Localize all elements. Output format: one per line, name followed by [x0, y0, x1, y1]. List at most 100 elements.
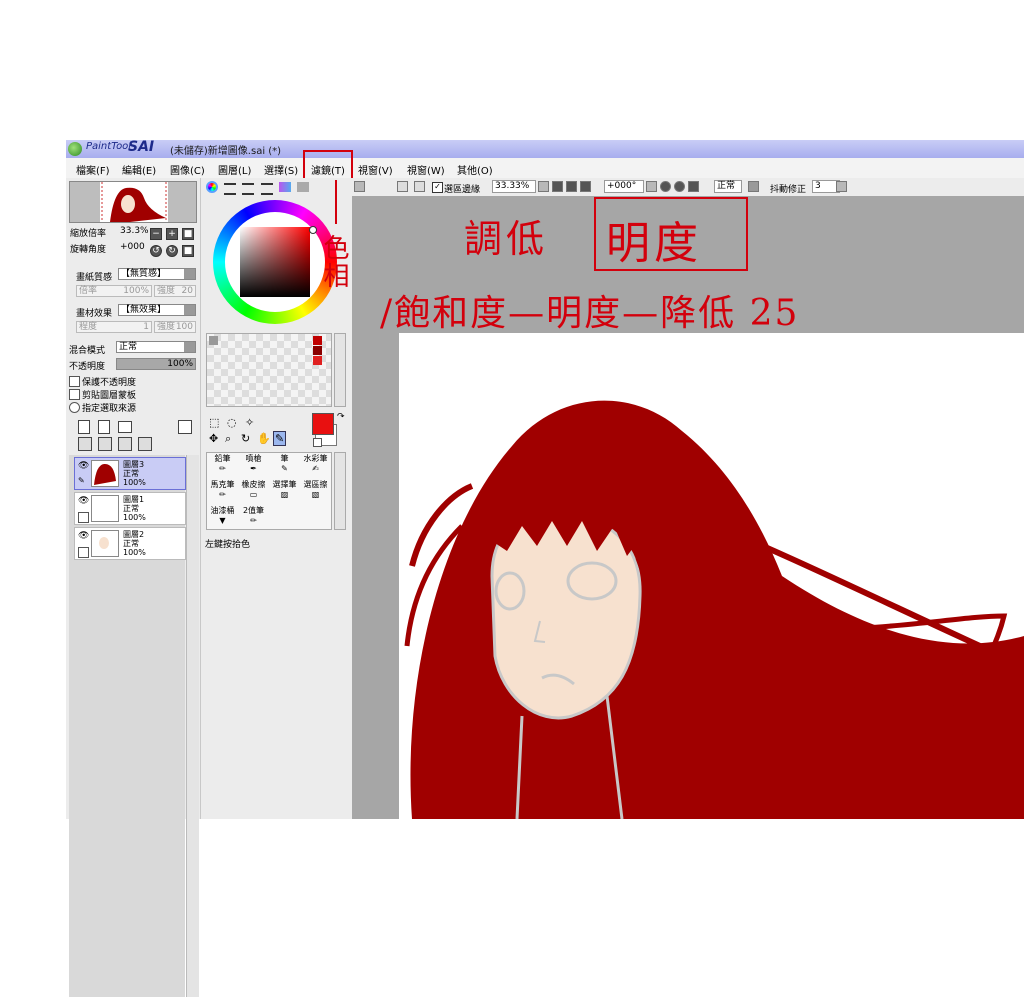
transfer-down-icon[interactable]	[78, 437, 92, 451]
paper-strength-value: 20	[181, 286, 193, 296]
opacity-slider[interactable]: 100%	[116, 358, 196, 370]
tool-watercolor[interactable]: 水彩筆 ✍	[300, 453, 331, 477]
hand-icon[interactable]: ✋	[257, 432, 271, 445]
menu-image[interactable]: 圖像(C)	[170, 162, 205, 177]
layer-lock-checkbox[interactable]	[78, 547, 89, 558]
lasso-icon[interactable]: ◌	[227, 416, 237, 429]
tool-pencil[interactable]: 鉛筆 ✏	[207, 453, 238, 477]
merge-down-icon[interactable]	[98, 437, 112, 451]
new-linework-layer-icon[interactable]	[98, 420, 110, 434]
eye-icon[interactable]: 👁	[78, 496, 89, 506]
rect-select-icon[interactable]: ⬚	[209, 416, 219, 429]
foreground-color-swatch[interactable]	[312, 413, 334, 435]
swatch[interactable]	[313, 336, 322, 345]
rotate-cw-button[interactable]: ↻	[166, 245, 178, 257]
rotation-field[interactable]: +000°	[604, 180, 644, 193]
zoom-icon[interactable]: ⌕	[225, 432, 231, 446]
menu-view[interactable]: 視窗(V)	[358, 162, 393, 177]
swatch-scrollbar[interactable]	[334, 333, 346, 407]
layer-lock-checkbox[interactable]	[78, 512, 89, 523]
watercolor-icon: ✍	[312, 464, 319, 473]
blend-mode-select[interactable]: 正常	[116, 341, 196, 353]
rotate-ccw-button[interactable]	[660, 181, 671, 192]
swatch-grid[interactable]	[206, 333, 332, 407]
tool-binary-pen[interactable]: 2值筆 ✏	[238, 505, 269, 529]
tool-airbrush[interactable]: 噴槍 ✒	[238, 453, 269, 477]
palette-tab-icon[interactable]	[279, 182, 291, 192]
tool-select-eraser[interactable]: 選區擦 ▧	[300, 479, 331, 503]
zoom-dropdown-button[interactable]	[538, 181, 549, 192]
layer-mask-icon[interactable]	[178, 420, 192, 434]
effect-strength-value: 100	[175, 322, 193, 332]
annotation-pointer-line	[335, 180, 337, 224]
blend-field[interactable]: 正常	[714, 180, 742, 193]
color-wheel-tab-icon[interactable]	[206, 181, 218, 193]
hsv-slider-tab-icon[interactable]	[242, 183, 254, 195]
zoom-in-button[interactable]	[566, 181, 577, 192]
deselect-button[interactable]	[397, 181, 408, 192]
zoom-out-button[interactable]: −	[150, 228, 162, 240]
clear-layer-icon[interactable]	[118, 437, 132, 451]
eye-icon[interactable]: 👁	[78, 461, 89, 471]
magic-wand-icon[interactable]: ✧	[245, 416, 254, 429]
flip-button[interactable]	[748, 181, 759, 192]
paper-texture-select[interactable]: 【無質感】	[118, 268, 196, 280]
rotate-ccw-button[interactable]: ↺	[150, 245, 162, 257]
invert-selection-button[interactable]	[414, 181, 425, 192]
menu-file[interactable]: 檔案(F)	[76, 162, 110, 177]
new-folder-icon[interactable]	[118, 421, 132, 433]
layer-item[interactable]: 👁 圖層1 正常 100%	[74, 492, 186, 525]
swatch[interactable]	[209, 336, 218, 345]
rotate-reset-button[interactable]	[688, 181, 699, 192]
swatch[interactable]	[313, 356, 322, 365]
left-panel: 縮放倍率 33.3% − + ■ 旋轉角度 +000 ↺ ↻ ■ 畫紙質感 【無…	[66, 178, 201, 997]
stabilizer-dropdown-button[interactable]	[836, 181, 847, 192]
zoom-field[interactable]: 33.33%	[492, 180, 536, 193]
swap-colors-icon[interactable]: ↷	[337, 412, 345, 422]
clip-layer-checkbox[interactable]	[69, 389, 80, 400]
protect-opacity-checkbox[interactable]	[69, 376, 80, 387]
tool-grid-scrollbar[interactable]	[334, 452, 346, 530]
move-icon[interactable]: ✥	[209, 432, 218, 445]
paper-scale-field: 倍率 100%	[76, 285, 152, 297]
tool-marker[interactable]: 馬克筆 ✏	[207, 479, 238, 503]
new-layer-icon[interactable]	[78, 420, 90, 434]
color-cursor[interactable]	[309, 226, 317, 234]
tool-select-pen[interactable]: 選擇筆 ▨	[269, 479, 300, 503]
saturation-value-square[interactable]	[240, 227, 310, 297]
paper-effect-select[interactable]: 【無效果】	[118, 304, 196, 316]
zoom-reset-button[interactable]	[580, 181, 591, 192]
menu-other[interactable]: 其他(O)	[457, 162, 493, 177]
selection-edge-checkbox[interactable]: ✓	[432, 182, 443, 193]
zoom-in-button[interactable]: +	[166, 228, 178, 240]
reset-colors-icon[interactable]	[313, 438, 322, 447]
zoom-out-button[interactable]	[552, 181, 563, 192]
rotate-cw-button[interactable]	[674, 181, 685, 192]
swatch[interactable]	[313, 346, 322, 355]
rotate-icon[interactable]: ↻	[241, 432, 250, 445]
trash-icon[interactable]	[138, 437, 152, 451]
navigator-preview[interactable]	[69, 181, 197, 223]
layer-item[interactable]: 👁 圖層2 正常 100%	[74, 527, 186, 560]
zoom-reset-button[interactable]: ■	[182, 228, 194, 240]
tool-eraser[interactable]: 橡皮擦 ▭	[238, 479, 269, 503]
layer-list-scrollbar[interactable]	[186, 455, 199, 997]
menu-select[interactable]: 選擇(S)	[264, 162, 298, 177]
menu-layer[interactable]: 圖層(L)	[218, 162, 251, 177]
swatch-tab-icon[interactable]	[261, 183, 273, 195]
eyedropper-icon[interactable]: ✎	[273, 431, 287, 446]
tool-bucket[interactable]: 油漆桶 ▼	[207, 505, 238, 529]
menu-window[interactable]: 視窗(W)	[407, 162, 445, 177]
undo-button[interactable]	[354, 181, 365, 192]
layer-item[interactable]: 👁 ✎ 圖層3 正常 100%	[74, 457, 186, 490]
eye-icon[interactable]: 👁	[78, 531, 89, 541]
rgb-slider-tab-icon[interactable]	[224, 183, 236, 195]
menu-edit[interactable]: 編輯(E)	[122, 162, 156, 177]
tool-brush[interactable]: 筆 ✎	[269, 453, 300, 477]
rotate-reset-button[interactable]: ■	[182, 245, 194, 257]
selection-source-radio[interactable]	[69, 402, 80, 413]
brush-lock-icon[interactable]: ✎	[78, 476, 85, 485]
rotation-dropdown-button[interactable]	[646, 181, 657, 192]
scratchpad-tab-icon[interactable]	[297, 182, 309, 192]
blend-mode-value: 正常	[119, 342, 138, 352]
